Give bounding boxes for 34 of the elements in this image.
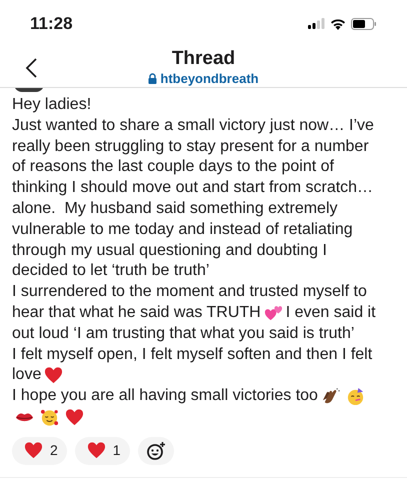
heart-icon <box>24 441 43 460</box>
channel-name[interactable]: htbeyondbreath <box>160 71 259 86</box>
wifi-icon <box>330 18 346 30</box>
post-text: love <box>12 365 42 386</box>
post-text: I even said it <box>286 302 376 323</box>
add-reaction-button[interactable] <box>138 436 174 465</box>
post-text: decided to let ‘truth be truth’ <box>12 261 210 282</box>
hearts-icon <box>264 304 283 323</box>
post-text: thinking I should move out and start from scratch… <box>12 178 374 198</box>
post-text: alone. My husband said something extremely <box>12 198 338 219</box>
status-time: 11:28 <box>30 12 73 35</box>
party-face-icon <box>346 387 365 406</box>
reaction-button[interactable]: 2 <box>12 436 67 465</box>
post-text: Just wanted to share a small victory just now… I’ve <box>12 116 374 136</box>
heart-icon <box>86 441 106 460</box>
back-icon[interactable] <box>25 58 37 78</box>
reaction-button[interactable]: 1 <box>74 436 130 465</box>
add-emoji-icon <box>146 440 166 461</box>
post-text: through my usual questioning and doubting I <box>12 240 327 261</box>
signal-icon <box>308 18 325 29</box>
post-text: hear that what he said was TRUTH <box>12 302 261 323</box>
post-text: of reasons the last couple days to the point of <box>12 157 334 178</box>
post-text: Hey ladies! <box>12 95 92 115</box>
post-text: I felt myself open, I felt myself soften and then I felt <box>12 344 372 365</box>
post-text: out loud ‘I am trusting that what you said is truth’ <box>12 324 354 344</box>
post-text: really been struggling to stay present for a number <box>12 136 369 157</box>
header-title: Thread <box>172 47 236 71</box>
post-text: I hope you are all having small victories too <box>12 386 318 406</box>
battery-icon <box>351 18 377 30</box>
heart-icon <box>65 408 84 427</box>
post-text: I surrendered to the moment and trusted myself to <box>12 282 367 302</box>
post-text: vulnerable to me today and instead of retaliating <box>12 220 353 240</box>
smiling-face-hearts-icon <box>40 408 59 427</box>
heart-icon <box>44 366 64 386</box>
